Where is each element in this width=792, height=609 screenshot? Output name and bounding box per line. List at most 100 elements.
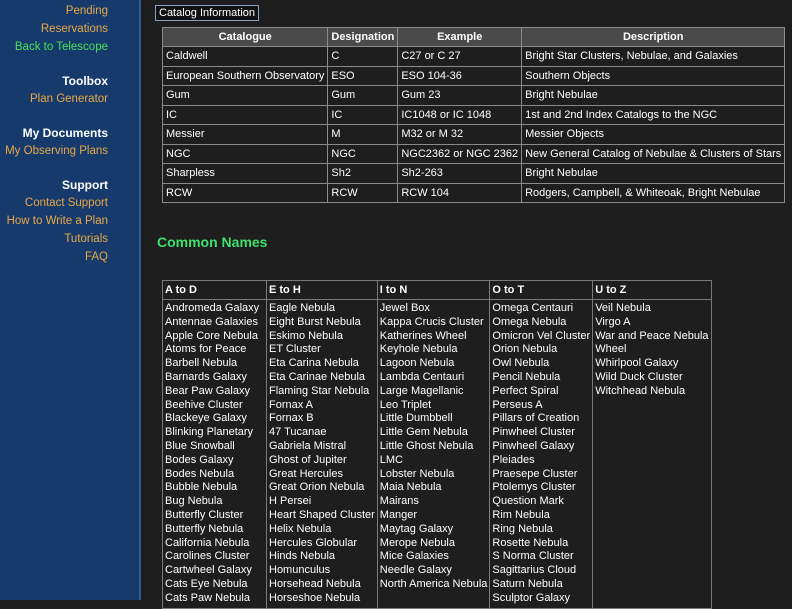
- common-name-item: Atoms for Peace: [165, 343, 247, 356]
- common-name-item: Eta Carinae Nebula: [269, 370, 366, 383]
- catalog-cell-description: Rodgers, Campbell, & Whiteoak, Bright Ne…: [521, 182, 786, 203]
- common-name-item: Blackeye Galaxy: [165, 412, 247, 425]
- common-name-item: Jewel Box: [379, 302, 430, 314]
- common-names-column: Eagle Nebula Eight Burst Nebula Eskimo Neb…: [266, 299, 378, 609]
- common-name-item: Owl Nebula: [492, 357, 550, 370]
- common-name-item: Maytag Galaxy: [379, 522, 454, 535]
- common-names-column-header: I to N: [376, 280, 491, 300]
- common-name-item: Virgo A: [595, 315, 631, 328]
- common-name-item: Eagle Nebula: [269, 302, 336, 314]
- common-name-item: Eta Carina Nebula: [269, 357, 359, 370]
- catalog-header-description: Description: [521, 27, 786, 47]
- common-name-item: Mice Galaxies: [379, 550, 449, 563]
- catalog-cell-designation: ESO: [327, 65, 399, 86]
- common-name-item: Great Hercules: [269, 467, 343, 480]
- my-observing-plans-link[interactable]: My Observing Plans: [0, 142, 139, 160]
- catalog-cell-catalogue: RCW: [161, 182, 329, 203]
- catalog-cell-example: Gum 23: [397, 85, 523, 106]
- catalog-cell-designation: M: [327, 124, 399, 145]
- catalog-cell-example: IC1048 or IC 1048: [397, 104, 523, 125]
- catalog-cell-catalogue: Caldwell: [161, 46, 329, 67]
- catalog-header-designation: Designation: [327, 27, 399, 47]
- catalog-cell-description: Bright Nebulae: [521, 85, 786, 106]
- catalog-cell-catalogue: Messier: [161, 124, 329, 145]
- catalog-table-body: Caldwell C C27 or C 27 Bright Star Clusters…: [161, 46, 786, 203]
- common-name-item: Pinwheel Galaxy: [492, 439, 575, 452]
- common-name-item: Large Magellanic: [379, 384, 464, 397]
- catalog-cell-catalogue: European Southern Observatory: [161, 65, 329, 86]
- common-name-item: Cartwheel Galaxy: [165, 564, 252, 577]
- common-name-item: Kappa Crucis Cluster: [379, 315, 484, 328]
- plan-generator-link[interactable]: Plan Generator: [0, 90, 139, 108]
- common-names-body-row: Andromeda Galaxy Antennae Galaxies Apple C…: [162, 299, 712, 609]
- common-name-item: Bodes Nebula: [165, 467, 235, 480]
- common-names-column-header: A to D: [162, 280, 267, 300]
- common-name-item: North America Nebula: [379, 577, 488, 590]
- common-name-item: Manger: [379, 508, 418, 521]
- pending-reservations-link[interactable]: Pending Reservations: [0, 2, 139, 38]
- common-name-item: Apple Core Nebula: [165, 329, 258, 342]
- common-name-item: Blue Snowball: [165, 439, 235, 452]
- catalog-cell-example: C27 or C 27: [397, 46, 523, 67]
- catalog-row: European Southern Observatory ESO ESO 104-…: [161, 65, 786, 86]
- common-names-column: Andromeda Galaxy Antennae Galaxies Apple C…: [162, 299, 267, 609]
- catalog-cell-example: NGC2362 or NGC 2362: [397, 143, 523, 164]
- common-name-item: Horsehead Nebula: [269, 577, 361, 590]
- catalog-cell-example: M32 or M 32: [397, 124, 523, 145]
- common-name-item: Pillars of Creation: [492, 412, 580, 425]
- back-to-telescope-link[interactable]: Back to Telescope: [0, 38, 139, 56]
- common-name-item: Great Orion Nebula: [269, 481, 365, 494]
- catalog-cell-designation: RCW: [327, 182, 399, 203]
- how-to-write-plan-link[interactable]: How to Write a Plan: [0, 212, 139, 230]
- common-name-item: Merope Nebula: [379, 536, 455, 549]
- catalog-row: Gum Gum Gum 23 Bright Nebulae: [161, 85, 786, 106]
- tutorials-link[interactable]: Tutorials: [0, 230, 139, 248]
- common-name-item: Eight Burst Nebula: [269, 315, 361, 328]
- common-name-item: Hercules Globular: [269, 536, 358, 549]
- catalog-header-example: Example: [397, 27, 523, 47]
- common-name-item: Wild Duck Cluster: [595, 370, 683, 383]
- common-names-column-header: E to H: [266, 280, 378, 300]
- catalog-cell-catalogue: IC: [161, 104, 329, 125]
- common-name-item: Pencil Nebula: [492, 370, 561, 383]
- common-name-item: Cats Eye Nebula: [165, 577, 248, 590]
- common-name-item: Helix Nebula: [269, 522, 332, 535]
- catalog-information-button[interactable]: Catalog Information: [155, 5, 259, 21]
- common-name-item: Katherines Wheel: [379, 329, 467, 342]
- common-name-item: Pleiades: [492, 453, 535, 466]
- contact-support-link[interactable]: Contact Support: [0, 194, 139, 212]
- common-name-item: Ghost of Jupiter: [269, 453, 347, 466]
- catalog-cell-catalogue: NGC: [161, 143, 329, 164]
- common-name-item: Butterfly Nebula: [165, 522, 244, 535]
- common-names-column-header: U to Z: [592, 280, 712, 300]
- catalog-cell-designation: IC: [327, 104, 399, 125]
- common-name-item: Heart Shaped Cluster: [269, 508, 375, 521]
- catalog-cell-description: New General Catalog of Nebulae & Cluster…: [521, 143, 786, 164]
- common-name-item: Saturn Nebula: [492, 577, 563, 590]
- common-name-item: Mairans: [379, 495, 419, 508]
- catalog-cell-description: Bright Nebulae: [521, 163, 786, 184]
- common-name-item: Orion Nebula: [492, 343, 558, 356]
- common-name-item: Needle Galaxy: [379, 564, 452, 577]
- catalog-header-catalogue: Catalogue: [161, 27, 329, 47]
- common-name-item: Fornax A: [269, 398, 314, 411]
- faq-link[interactable]: FAQ: [0, 248, 139, 266]
- common-name-item: S Norma Cluster: [492, 550, 574, 563]
- common-name-item: California Nebula: [165, 536, 250, 549]
- toolbox-heading: Toolbox: [62, 74, 108, 88]
- common-name-item: ET Cluster: [269, 343, 321, 356]
- catalog-cell-example: RCW 104: [397, 182, 523, 203]
- common-name-item: Bubble Nebula: [165, 481, 238, 494]
- catalog-row: Sharpless Sh2 Sh2-263 Bright Nebulae: [161, 163, 786, 184]
- common-name-item: 47 Tucanae: [269, 426, 327, 439]
- common-name-item: Whirlpool Galaxy: [595, 357, 679, 370]
- common-name-item: Perseus A: [492, 398, 543, 411]
- common-name-item: Ptolemys Cluster: [492, 481, 576, 494]
- common-names-column: Veil Nebula Virgo A War and Peace Nebula Wh…: [592, 299, 712, 609]
- common-names-header-row: A to DE to HI to NO to TU to Z: [162, 280, 712, 300]
- common-name-item: Lambda Centauri: [379, 370, 465, 383]
- common-name-item: Praesepe Cluster: [492, 467, 578, 480]
- common-names-column-header: O to T: [489, 280, 594, 300]
- common-name-item: Cats Paw Nebula: [165, 591, 250, 604]
- common-name-item: Blinking Planetary: [165, 426, 254, 439]
